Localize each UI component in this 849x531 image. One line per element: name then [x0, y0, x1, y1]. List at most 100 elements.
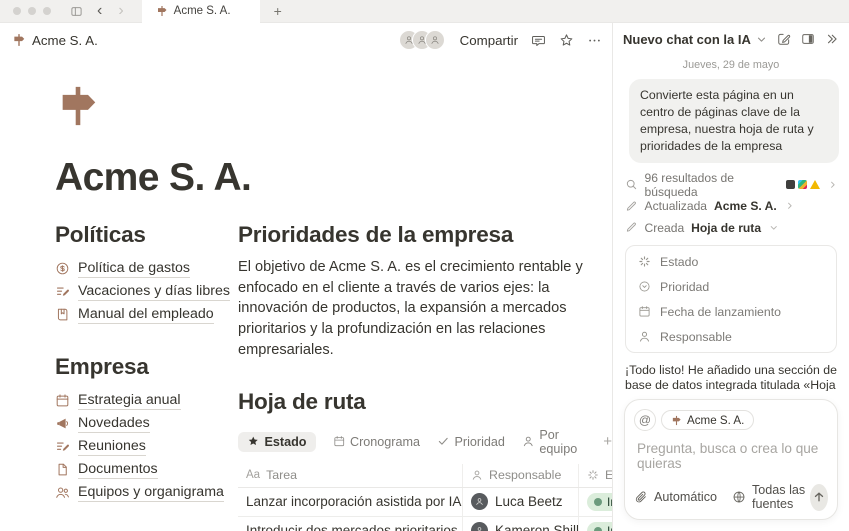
property-row[interactable]: Fecha de lanzamiento	[626, 299, 836, 324]
maximize-window-button[interactable]	[43, 7, 51, 15]
panel-layout-icon[interactable]	[801, 32, 815, 46]
column-header[interactable]: Aa Tarea	[238, 464, 462, 487]
chevron-down-icon[interactable]	[756, 34, 767, 45]
page-link[interactable]: Vacaciones y días libres	[55, 280, 238, 303]
signpost-icon	[156, 5, 168, 17]
activity-icon	[625, 200, 638, 213]
new-chat-icon[interactable]	[777, 32, 791, 46]
signpost-icon	[671, 415, 682, 426]
owner-cell[interactable]: Kameron Shiller	[462, 517, 578, 531]
status-dot	[594, 527, 602, 531]
view-tab-icon	[437, 435, 450, 448]
ai-chat-scroll[interactable]: Jueves, 29 de mayo Convierte esta página…	[613, 55, 849, 391]
composer-toolbar: Automático Todas las fuentes	[634, 483, 828, 511]
sources-label: Todas las fuentes	[752, 483, 810, 511]
attach-mode-button[interactable]: Automático	[634, 490, 717, 504]
composer-input[interactable]: Pregunta, busca o crea lo que quieras	[637, 441, 825, 471]
property-row[interactable]: Prioridad	[626, 274, 836, 299]
ai-chat-title[interactable]: Nuevo chat con la IA	[623, 32, 751, 47]
ai-chat-panel: Nuevo chat con la IA Jueves, 29 de mayo …	[612, 23, 849, 531]
property-label: Estado	[660, 255, 698, 269]
property-row[interactable]: Responsable	[626, 324, 836, 349]
context-page-chip[interactable]: Acme S. A.	[661, 410, 754, 430]
owner-cell[interactable]: Luca Beetz	[462, 488, 578, 516]
page-link-label: Vacaciones y días libres	[78, 283, 230, 301]
property-type-icon	[638, 330, 651, 343]
page-link-icon	[55, 284, 70, 299]
activity-row[interactable]: Creada Hoja de ruta	[625, 217, 837, 239]
page-link-label: Equipos y organigrama	[78, 484, 224, 502]
page-link[interactable]: Documentos	[55, 458, 238, 481]
page-link[interactable]: Política de gastos	[55, 257, 238, 280]
back-button[interactable]: ‹	[97, 3, 102, 19]
column-header[interactable]: Responsable	[462, 464, 578, 487]
view-tab[interactable]: Por equipo	[522, 428, 586, 456]
database-view-tabs: Estado Cronograma	[238, 428, 612, 456]
sidebar-toggle-icon[interactable]	[70, 5, 83, 18]
ai-composer[interactable]: @ Acme S. A. Pregunta, busca o crea lo q…	[624, 399, 838, 520]
status-cell[interactable]: Inic	[578, 517, 612, 531]
favorite-star-icon[interactable]	[559, 33, 574, 48]
property-label: Prioridad	[660, 280, 709, 294]
activity-text: Actualizada	[645, 199, 708, 213]
activity-text: Creada	[645, 221, 685, 235]
task-cell[interactable]: Introducir dos mercados prioritarios	[238, 517, 462, 531]
sources-button[interactable]: Todas las fuentes	[732, 483, 810, 511]
new-tab-button[interactable]: +	[274, 3, 282, 19]
send-button[interactable]	[810, 484, 828, 511]
view-tab-icon	[522, 435, 535, 448]
page-link[interactable]: Estrategia anual	[55, 389, 238, 412]
drive-app-icon	[810, 180, 820, 189]
priorities-heading: Prioridades de la empresa	[238, 222, 612, 248]
activity-row[interactable]: Actualizada Acme S. A.	[625, 195, 837, 217]
page-link-icon	[55, 307, 70, 322]
more-options-icon[interactable]	[587, 33, 602, 48]
view-tab[interactable]: Prioridad	[437, 435, 505, 449]
minimize-window-button[interactable]	[28, 7, 36, 15]
arrow-up-icon	[812, 490, 826, 504]
page-link-label: Documentos	[78, 461, 158, 479]
breadcrumb[interactable]: Acme S. A.	[12, 33, 98, 48]
chevron-icon	[828, 180, 838, 190]
share-button[interactable]: Compartir	[460, 33, 518, 48]
column-header[interactable]: E	[578, 464, 612, 487]
collaborator-avatars[interactable]	[399, 30, 445, 50]
user-message-bubble: Convierte esta página en un centro de pá…	[629, 79, 839, 163]
window-controls[interactable]	[13, 7, 51, 15]
status-cell[interactable]: Inic	[578, 488, 612, 516]
view-tab-label: Por equipo	[539, 428, 586, 456]
table-row[interactable]: Introducir dos mercados prioritarios Kam…	[238, 517, 612, 531]
activity-text: 96 resultados de búsqueda	[645, 171, 779, 199]
table-row[interactable]: Lanzar incorporación asistida por IA Luc…	[238, 488, 612, 517]
column-type-icon: Aa	[246, 469, 260, 481]
header-actions: Compartir	[399, 30, 602, 50]
forward-button[interactable]: ›	[118, 3, 123, 19]
right-column: Prioridades de la empresa El objetivo de…	[238, 214, 612, 531]
ai-activity-list: 96 resultados de búsqueda	[625, 174, 837, 239]
view-tab[interactable]: Estado	[238, 432, 316, 452]
property-row[interactable]: Estado	[626, 249, 836, 274]
tab-acme[interactable]: Acme S. A.	[142, 0, 260, 23]
priorities-paragraph: El objetivo de Acme S. A. es el crecimie…	[238, 257, 612, 361]
section-heading-politicas: Políticas	[55, 222, 238, 248]
page-link[interactable]: Novedades	[55, 412, 238, 435]
column-header-label: Responsable	[489, 468, 561, 482]
main-content: Acme S. A. Compartir Acme S. A.	[0, 23, 612, 531]
comments-icon[interactable]	[531, 33, 546, 48]
mention-chip[interactable]: @	[634, 409, 656, 431]
task-cell[interactable]: Lanzar incorporación asistida por IA	[238, 488, 462, 516]
page-link[interactable]: Reuniones	[55, 435, 238, 458]
chevron-icon	[769, 223, 779, 233]
view-tab[interactable]: Cronograma	[333, 435, 421, 449]
close-window-button[interactable]	[13, 7, 21, 15]
page-link[interactable]: Equipos y organigrama	[55, 481, 238, 504]
collapse-panel-icon[interactable]	[825, 32, 839, 46]
page-title: Acme S. A.	[55, 156, 612, 200]
activity-row[interactable]: 96 resultados de búsqueda	[625, 174, 837, 196]
page-link[interactable]: Manual del empleado	[55, 303, 238, 326]
page-icon-signpost[interactable]	[55, 83, 101, 129]
page-link-label: Novedades	[78, 415, 150, 433]
attach-mode-label: Automático	[654, 490, 717, 504]
add-view-button[interactable]: +	[603, 433, 612, 450]
property-type-icon	[638, 305, 651, 318]
